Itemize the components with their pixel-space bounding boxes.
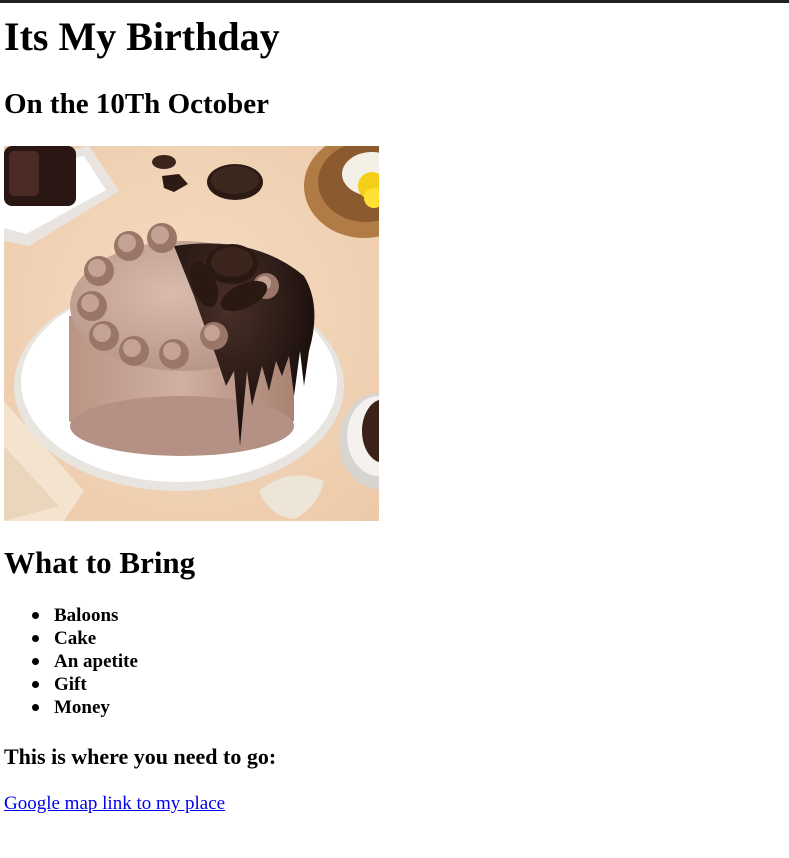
list-item: Money: [32, 696, 138, 719]
list-item: Baloons: [32, 604, 138, 627]
bring-list: Baloons Cake An apetite Gift Money: [4, 604, 138, 719]
bullet-icon: [32, 704, 39, 711]
bullet-icon: [32, 658, 39, 665]
bullet-icon: [32, 635, 39, 642]
list-item: Gift: [32, 673, 138, 696]
list-item-label: Money: [54, 697, 110, 718]
list-item: Cake: [32, 627, 138, 650]
google-map-link[interactable]: Google map link to my place: [4, 792, 225, 816]
birthday-cake-image: [4, 146, 379, 521]
top-border: [0, 0, 789, 3]
page-title: Its My Birthday: [4, 14, 280, 59]
bullet-icon: [32, 612, 39, 619]
list-item-label: An apetite: [54, 651, 138, 672]
bullet-icon: [32, 681, 39, 688]
what-to-bring-heading: What to Bring: [4, 545, 196, 580]
list-item-label: Baloons: [54, 605, 119, 626]
list-item-label: Gift: [54, 674, 87, 695]
page-subtitle: On the 10Th October: [4, 88, 270, 120]
list-item: An apetite: [32, 650, 138, 673]
list-item-label: Cake: [54, 628, 97, 649]
directions-heading: This is where you need to go:: [4, 744, 277, 769]
